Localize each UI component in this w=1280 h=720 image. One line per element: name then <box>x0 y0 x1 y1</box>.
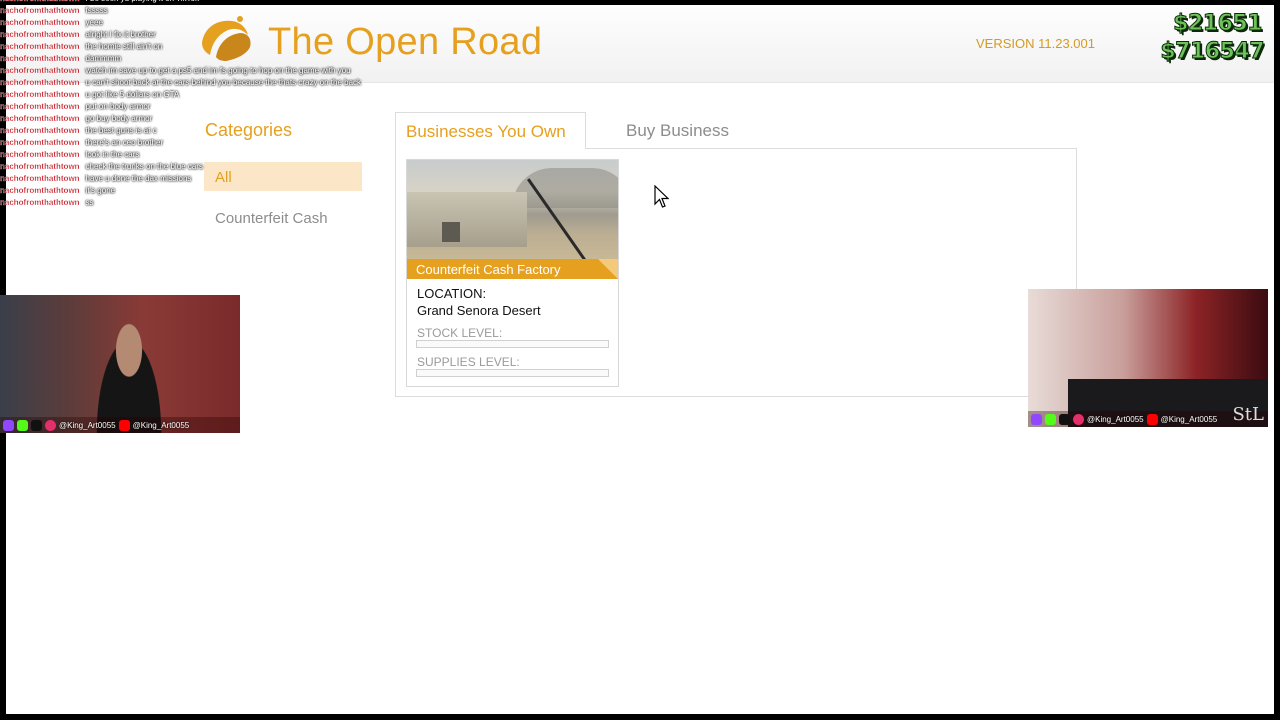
chat-username: nachofromthathtown <box>0 66 80 75</box>
social-handle: @King_Art0055 <box>1087 414 1144 424</box>
supplies-level-label: SUPPLIES LEVEL: <box>417 355 520 369</box>
chat-message: nachofromthathtown dammmm <box>0 54 121 66</box>
bank-amount: $716547 <box>1160 39 1265 65</box>
chat-username: nachofromthathtown <box>0 18 80 27</box>
chat-message: nachofromthathtown fsssss <box>0 6 108 18</box>
chat-username: nachofromthathtown <box>0 162 80 171</box>
supplies-level-bar <box>416 369 609 377</box>
chat-username: nachofromthathtown <box>0 138 80 147</box>
business-card[interactable]: Counterfeit Cash Factory LOCATION: Grand… <box>406 159 619 387</box>
chat-message: nachofromthathtown there's an ceo brother <box>0 138 163 150</box>
chat-username: nachofromthathtown <box>0 30 80 39</box>
chat-username: nachofromthathtown <box>0 42 80 51</box>
chat-text: ss <box>85 198 94 207</box>
location-value: Grand Senora Desert <box>417 303 541 318</box>
chat-username: nachofromthathtown <box>0 6 80 15</box>
chat-message: nachofromthathtown ss <box>0 198 94 210</box>
chat-message: nachofromthathtown have u done the dax mi… <box>0 174 191 186</box>
chat-text: watch im save up to get a ps5 and im fs … <box>85 66 351 75</box>
chat-text: the best guns is at c <box>85 126 157 135</box>
factory-building-shape <box>407 192 527 247</box>
kick-icon <box>1045 413 1056 425</box>
chat-text: put on body armor <box>85 102 151 111</box>
chat-username: nachofromthathtown <box>0 114 80 123</box>
chat-username: nachofromthathtown <box>0 186 80 195</box>
chat-text: it's gone <box>85 186 116 195</box>
location-label: LOCATION: <box>417 286 487 301</box>
kick-icon <box>17 419 28 431</box>
chat-username: nachofromthathtown <box>0 174 80 183</box>
chat-message: nachofromthathtown look in the cars <box>0 150 139 162</box>
chat-username: nachofromthathtown <box>0 126 80 135</box>
chat-text: check the trunks on the blue cars <box>85 162 203 171</box>
chat-text: the homie still ain't on <box>85 42 163 51</box>
chat-text: fsssss <box>85 6 108 15</box>
chat-username: nachofromthathtown <box>0 0 80 3</box>
chat-message: nachofromthathtown the best guns is at c <box>0 126 157 138</box>
social-handle: @King_Art0055 <box>59 420 116 430</box>
chat-text: yeee <box>85 18 103 27</box>
tab-buy-business[interactable]: Buy Business <box>616 112 766 149</box>
chat-message: nachofromthathtown check the trunks on th… <box>0 162 203 174</box>
chat-text: have u done the dax missions <box>85 174 192 183</box>
stock-level-bar <box>416 340 609 348</box>
webcam-streamer: @King_Art0055 @King_Art0055 <box>0 295 240 433</box>
chat-message: nachofromthathtown watch im save up to ge… <box>0 66 351 78</box>
social-handle: @King_Art0055 <box>1160 414 1218 424</box>
business-name-banner: Counterfeit Cash Factory <box>407 259 618 279</box>
webcam-room: @King_Art0055 @King_Art0055 StL <box>1028 289 1268 427</box>
tiktok-icon <box>31 419 42 431</box>
tab-businesses-you-own[interactable]: Businesses You Own <box>395 112 586 149</box>
chat-text: there's an ceo brother <box>85 138 164 147</box>
chat-text: u can't shoot back at the cars behind yo… <box>85 78 362 87</box>
chat-message: nachofromthathtown it's gone <box>0 186 115 198</box>
chat-text: look in the cars <box>85 150 140 159</box>
chat-message: nachofromthathtown yeee <box>0 18 103 30</box>
stream-chat-overlay: nachofromthathtown I be seen yu playing i… <box>0 0 361 236</box>
twitch-icon <box>3 419 14 431</box>
social-bar: @King_Art0055 @King_Art0055 <box>0 417 240 433</box>
cash-amount: $21651 <box>1173 11 1263 37</box>
chat-text: go buy body armor <box>85 114 153 123</box>
mountain-shape <box>512 168 618 208</box>
tiktok-icon <box>1059 413 1070 425</box>
chat-username: nachofromthathtown <box>0 150 80 159</box>
streamer-figure <box>88 315 170 433</box>
chat-username: nachofromthathtown <box>0 78 80 87</box>
youtube-icon <box>118 419 130 431</box>
chat-message: nachofromthathtown go buy body armor <box>0 114 152 126</box>
chat-text: I be seen yu playing it on TikTok <box>86 0 199 3</box>
chat-username: nachofromthathtown <box>0 54 80 63</box>
chat-username: nachofromthathtown <box>0 198 80 207</box>
instagram-icon <box>45 419 56 431</box>
twitch-icon <box>1031 413 1042 425</box>
chat-username: nachofromthathtown <box>0 90 80 99</box>
chat-message: nachofromthathtown u can't shoot back at … <box>0 78 361 90</box>
chat-text: dammmm <box>85 54 122 63</box>
chat-message: nachofromthathtown put on body armor <box>0 102 150 114</box>
business-image <box>407 160 618 259</box>
chat-message: nachofromthathtown u got like 5 dollars o… <box>0 90 179 102</box>
stock-level-label: STOCK LEVEL: <box>417 326 503 340</box>
chat-username: nachofromthathtown <box>0 102 80 111</box>
cardinals-logo: StL <box>1232 404 1264 425</box>
youtube-icon <box>1146 413 1158 425</box>
instagram-icon <box>1073 413 1084 425</box>
social-handle: @King_Art0055 <box>132 420 190 430</box>
version-label: VERSION 11.23.001 <box>976 36 1095 51</box>
mouse-cursor-icon <box>654 185 670 208</box>
chat-text: alright I fix it brother <box>85 30 156 39</box>
chat-text: u got like 5 dollars on GTA <box>85 90 180 99</box>
chat-message: nachofromthathtown the homie still ain't … <box>0 42 162 54</box>
chat-message: nachofromthathtown alright I fix it broth… <box>0 30 156 42</box>
